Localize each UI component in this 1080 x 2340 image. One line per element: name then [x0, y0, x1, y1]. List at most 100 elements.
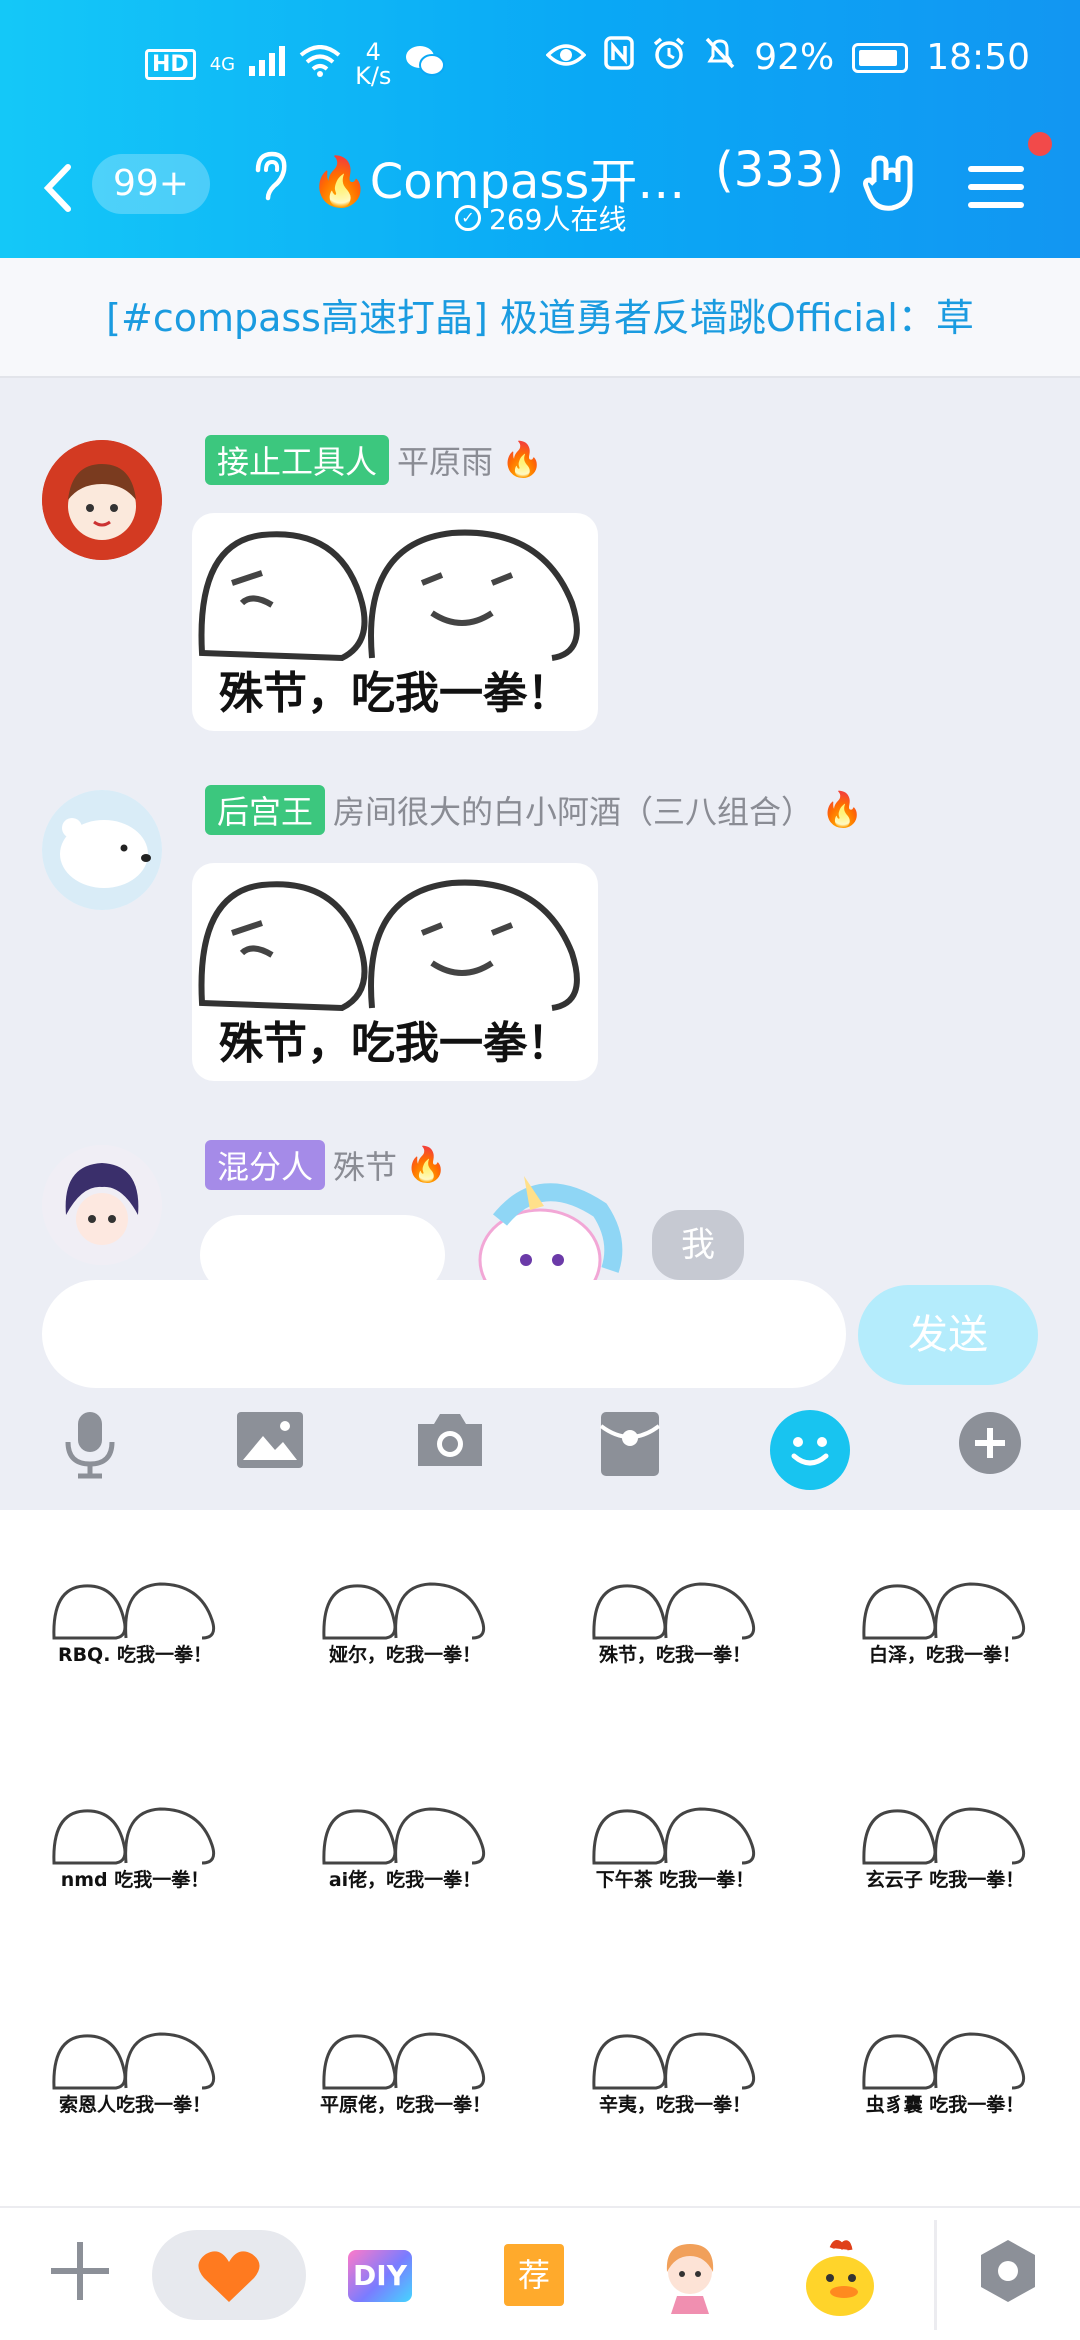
sticker-caption: 殊节，吃我一拳！: [219, 1018, 571, 1069]
sticker-tab-bar: DIY 荐: [0, 2206, 1080, 2340]
chat-message: 混分人 殊节 🔥 我: [0, 1130, 1080, 1280]
sender-name[interactable]: 殊节: [333, 1142, 397, 1188]
sticker-item[interactable]: 平原佬，吃我一拳！: [320, 2030, 492, 2122]
sticker-caption: 虫豸囊 吃我一拳！: [865, 2094, 1025, 2116]
sticker-message[interactable]: 殊节，吃我一拳！: [192, 513, 598, 731]
sticker-item[interactable]: 玄云子 吃我一拳！: [860, 1805, 1030, 1897]
pinned-notice[interactable]: [#compass高速打晶] 极道勇者反墙跳Official：草: [0, 258, 1080, 378]
ghost-punch-image: [52, 2032, 216, 2090]
ghost-punch-image: [198, 879, 580, 1012]
ghost-punch-image: [592, 1807, 756, 1865]
signal-label: 4G: [209, 53, 236, 75]
sticker-item[interactable]: 娅尔，吃我一拳！: [320, 1580, 490, 1672]
sticker-caption: 白泽，吃我一拳！: [868, 1644, 1021, 1666]
tab-favorites[interactable]: [152, 2230, 306, 2320]
tab-yellow-duck-pack[interactable]: [800, 2238, 880, 2318]
message-bubble[interactable]: [200, 1215, 445, 1280]
nfc-icon: [604, 36, 634, 79]
sticker-item[interactable]: 殊节，吃我一拳！: [590, 1580, 760, 1672]
battery-icon: [852, 42, 909, 73]
plus-icon[interactable]: [950, 1410, 1030, 1490]
net-speed: 4 K/s: [355, 40, 391, 88]
member-count: (333): [715, 142, 845, 198]
cellular-signal-icon: [249, 45, 286, 83]
sticker-caption: 索恩人吃我一拳！: [58, 2094, 211, 2116]
ghost-punch-image: [592, 2032, 756, 2090]
rock-hand-icon[interactable]: [860, 152, 922, 228]
add-sticker-icon[interactable]: [40, 2238, 120, 2318]
notification-dot: [1028, 132, 1052, 156]
check-circle-icon: ✓: [455, 205, 481, 231]
camera-icon[interactable]: [410, 1410, 490, 1490]
wechat-icon: [405, 44, 446, 85]
online-count: 269人在线: [489, 203, 627, 236]
sticker-settings-icon[interactable]: [968, 2238, 1048, 2318]
anime-girl-icon: [666, 2244, 714, 2314]
tab-anime-girl-pack[interactable]: [650, 2238, 730, 2318]
sticker-caption: RBQ. 吃我一拳！: [57, 1644, 213, 1666]
net-speed-unit: K/s: [355, 62, 392, 90]
ghost-punch-image: [322, 1807, 486, 1865]
sticker-item[interactable]: nmd 吃我一拳！: [50, 1805, 220, 1897]
tab-divider: [934, 2220, 937, 2330]
sticker-message[interactable]: 殊节，吃我一拳！: [192, 863, 598, 1081]
message-header: 混分人 殊节 🔥: [205, 1140, 447, 1190]
ghost-punch-image: [862, 2032, 1026, 2090]
sticker-caption: ai佬，吃我一拳！: [328, 1869, 482, 1891]
sticker-item[interactable]: 辛夷，吃我一拳！: [590, 2030, 760, 2122]
menu-icon[interactable]: [968, 166, 1024, 220]
message-bubble[interactable]: 我: [652, 1210, 744, 1280]
chat-message: 后宫王 房间很大的白小阿酒（三八组合） 🔥 殊节，吃我一拳！: [0, 785, 1080, 1085]
sticker-panel: RBQ. 吃我一拳！ 娅尔，吃我一拳！ 殊节，吃我一拳！ 白泽，吃我一拳！ nm…: [0, 1510, 1080, 2206]
avatar[interactable]: [42, 1145, 162, 1265]
unicorn-sticker: [460, 1170, 630, 1280]
input-toolbar: [0, 1400, 1080, 1510]
status-left: HD 4G 4 K/s: [145, 40, 446, 88]
eye-icon: [545, 37, 587, 78]
nav-bar: 99+ 🔥Compass开… (333) ✓ 269人在线: [0, 120, 1080, 260]
sticker-caption: 平原佬，吃我一拳！: [320, 2094, 492, 2116]
duck-icon: [806, 2240, 874, 2316]
sticker-caption: nmd 吃我一拳！: [60, 1869, 210, 1891]
microphone-icon[interactable]: [50, 1410, 130, 1490]
status-right: 92% 18:50: [545, 36, 1030, 79]
sticker-caption: 玄云子 吃我一拳！: [865, 1869, 1025, 1891]
ghost-punch-image: [862, 1582, 1026, 1640]
sticker-item[interactable]: 下午茶 吃我一拳！: [590, 1805, 760, 1897]
fire-icon: 🔥: [501, 440, 544, 480]
tab-diy[interactable]: DIY: [348, 2250, 412, 2302]
message-input[interactable]: [42, 1280, 846, 1388]
emoji-icon[interactable]: [770, 1410, 850, 1490]
sender-name[interactable]: 平原雨: [397, 437, 493, 483]
sticker-item[interactable]: RBQ. 吃我一拳！: [50, 1580, 220, 1672]
sticker-item[interactable]: 白泽，吃我一拳！: [860, 1580, 1030, 1672]
sticker-caption: 辛夷，吃我一拳！: [598, 2094, 751, 2116]
clock: 18:50: [926, 37, 1030, 78]
back-arrow-icon[interactable]: [42, 158, 72, 228]
wifi-icon: [299, 44, 341, 84]
avatar[interactable]: [42, 440, 162, 560]
message-header: 后宫王 房间很大的白小阿酒（三八组合） 🔥: [205, 785, 863, 835]
ear-icon[interactable]: [250, 150, 290, 213]
avatar[interactable]: [42, 790, 162, 910]
sticker-item[interactable]: 索恩人吃我一拳！: [50, 2030, 220, 2122]
send-button[interactable]: 发送: [858, 1285, 1038, 1385]
fire-icon: 🔥: [405, 1145, 448, 1185]
sticker-item[interactable]: ai佬，吃我一拳！: [320, 1805, 490, 1897]
sticker-item[interactable]: 虫豸囊 吃我一拳！: [860, 2030, 1030, 2122]
red-packet-icon[interactable]: [590, 1410, 670, 1490]
message-header: 接止工具人 平原雨 🔥: [205, 435, 543, 485]
sender-name[interactable]: 房间很大的白小阿酒（三八组合）: [333, 787, 813, 833]
fire-icon: 🔥: [821, 790, 864, 830]
hd-indicator: HD: [145, 48, 196, 80]
chat-message: 接止工具人 平原雨 🔥 殊节，吃我一拳！: [0, 435, 1080, 735]
tab-recommended[interactable]: 荐: [504, 2244, 564, 2306]
online-status: ✓ 269人在线: [455, 198, 626, 238]
ghost-punch-image: [198, 529, 580, 662]
ghost-punch-image: [322, 2032, 486, 2090]
unread-count-badge[interactable]: 99+: [92, 154, 210, 214]
mute-bell-icon: [704, 36, 736, 79]
fire-icon: 🔥: [310, 154, 370, 210]
heart-icon: [198, 2251, 260, 2302]
image-icon[interactable]: [230, 1410, 310, 1490]
